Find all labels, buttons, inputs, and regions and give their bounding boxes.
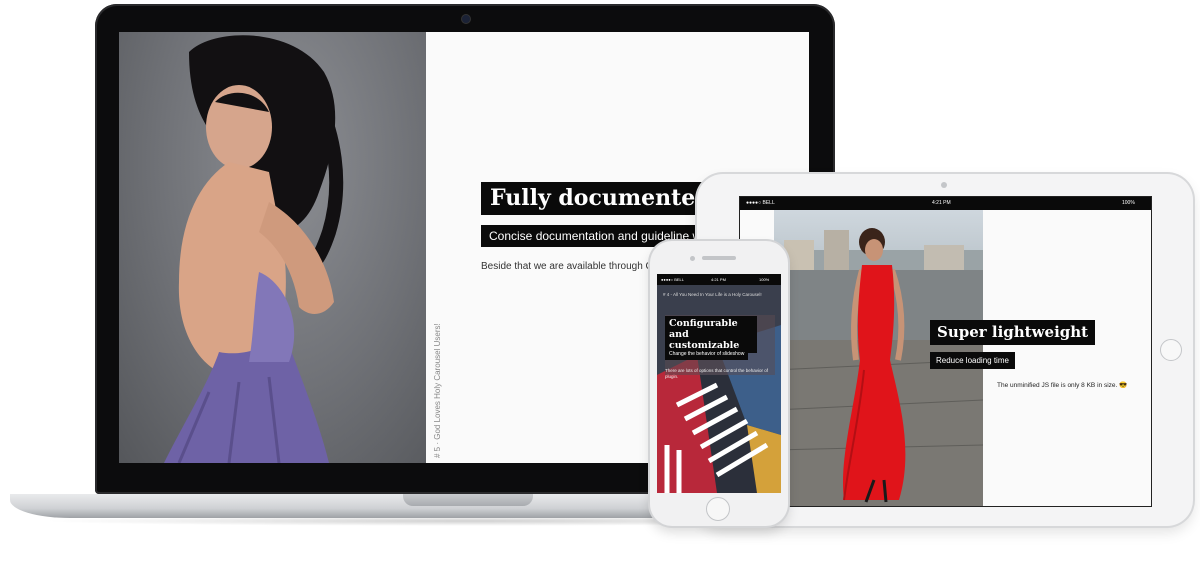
- status-time: 4:21 PM: [711, 277, 726, 282]
- laptop-notch: [403, 494, 533, 506]
- tablet-home-button[interactable]: [1160, 339, 1182, 361]
- tablet-screen: ●●●●○ BELL 4:21 PM 100% Super lightweigh…: [739, 196, 1152, 507]
- laptop-camera: [461, 14, 471, 24]
- tablet-camera: [941, 182, 947, 188]
- slide-description: The unminified JS file is only 8 KB in s…: [997, 382, 1128, 389]
- carrier-signal: ●●●●○ BELL: [746, 200, 775, 206]
- vertical-caption-text: # 5 · God Loves Holy Carousel Users!: [433, 323, 442, 458]
- tablet-status-bar: ●●●●○ BELL 4:21 PM 100%: [740, 197, 1151, 210]
- carrier-signal: ●●●●○ BELL: [661, 277, 684, 282]
- phone-speaker: [702, 256, 736, 260]
- phone-home-button[interactable]: [706, 497, 730, 521]
- slide-subtitle: Change the behavior of slideshow: [665, 348, 749, 360]
- woman-purple-dress-image: [164, 35, 344, 463]
- battery-level: 100%: [1122, 200, 1135, 206]
- phone-camera: [690, 256, 695, 261]
- battery-level: 100%: [759, 277, 770, 282]
- status-time: 4:21 PM: [932, 200, 951, 206]
- slide-title: Fully documented: [481, 182, 720, 215]
- slide-vertical-caption: # 5 · God Loves Holy Carousel Users!: [429, 323, 449, 462]
- slide-description: There are lots of options that control t…: [665, 368, 769, 379]
- slide-title: Super lightweight: [930, 320, 1096, 345]
- laptop-slide-photo: [119, 32, 426, 463]
- phone-screen: ●●●●○ BELL 4:21 PM 100% # 4 - All You Ne…: [657, 274, 781, 493]
- slide-header: # 4 - All You Need In Your Life is a Hol…: [663, 292, 762, 297]
- phone-status-bar: ●●●●○ BELL 4:21 PM 100%: [657, 274, 781, 285]
- slide-subtitle: Reduce loading time: [930, 352, 1015, 369]
